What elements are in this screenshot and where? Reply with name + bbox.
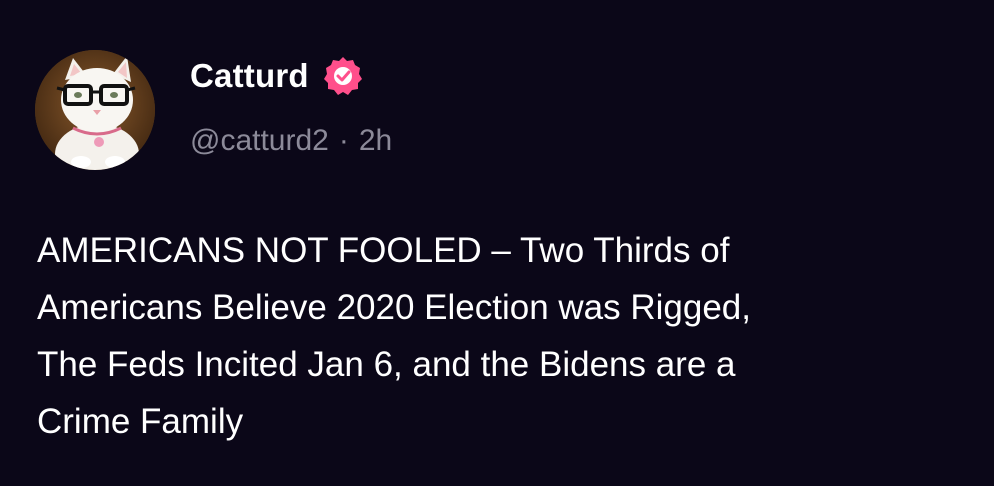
meta-separator: ·: [338, 124, 349, 157]
post-card: Catturd @catturd2 · 2h AMERICANS NOT FOO…: [0, 0, 994, 486]
avatar[interactable]: [35, 50, 155, 170]
verified-badge-icon[interactable]: [321, 54, 365, 98]
author-handle[interactable]: @catturd2: [190, 124, 329, 158]
author-name-row: Catturd: [190, 54, 365, 98]
author-display-name[interactable]: Catturd: [190, 57, 309, 95]
cat-avatar-icon: [35, 50, 155, 170]
post-text: AMERICANS NOT FOOLED – Two Thirds of Ame…: [37, 231, 751, 441]
post-timestamp[interactable]: 2h: [359, 124, 392, 158]
post-meta: @catturd2 · 2h: [190, 124, 392, 158]
